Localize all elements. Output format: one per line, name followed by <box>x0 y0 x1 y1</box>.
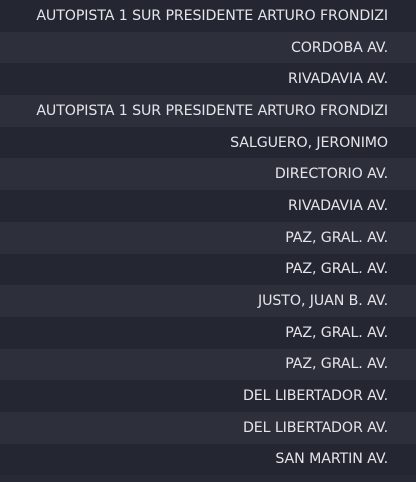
list-item[interactable]: JUSTO, JUAN B. AV. <box>0 285 416 317</box>
list-item[interactable]: SAN MARTIN AV. <box>0 443 416 476</box>
list-item[interactable]: AUTOPISTA 1 SUR PRESIDENTE ARTURO FRONDI… <box>0 95 416 127</box>
list-item[interactable]: DEL LIBERTADOR AV. <box>0 380 416 412</box>
list-item[interactable]: PAZ, GRAL. AV. <box>0 348 416 381</box>
list-item[interactable]: PAZ, GRAL. AV. <box>0 221 416 254</box>
list-item[interactable]: CORDOBA AV. <box>0 31 416 64</box>
list-item[interactable]: DEL LIBERTADOR AV. <box>0 411 416 444</box>
street-list: AUTOPISTA 1 SUR PRESIDENTE ARTURO FRONDI… <box>0 0 416 482</box>
list-item[interactable]: PAZ, GRAL. AV. <box>0 253 416 286</box>
list-item[interactable]: AUTOPISTA 1 SUR PRESIDENTE ARTURO FRONDI… <box>0 0 416 32</box>
list-item[interactable]: RIVADAVIA AV. <box>0 63 416 96</box>
list-item[interactable]: DIRECTORIO AV. <box>0 158 416 191</box>
list-item[interactable]: RIVADAVIA AV. <box>0 190 416 222</box>
list-item[interactable]: SALGUERO, JERONIMO <box>0 126 416 159</box>
list-item[interactable]: PAZ, GRAL. AV. <box>0 316 416 349</box>
